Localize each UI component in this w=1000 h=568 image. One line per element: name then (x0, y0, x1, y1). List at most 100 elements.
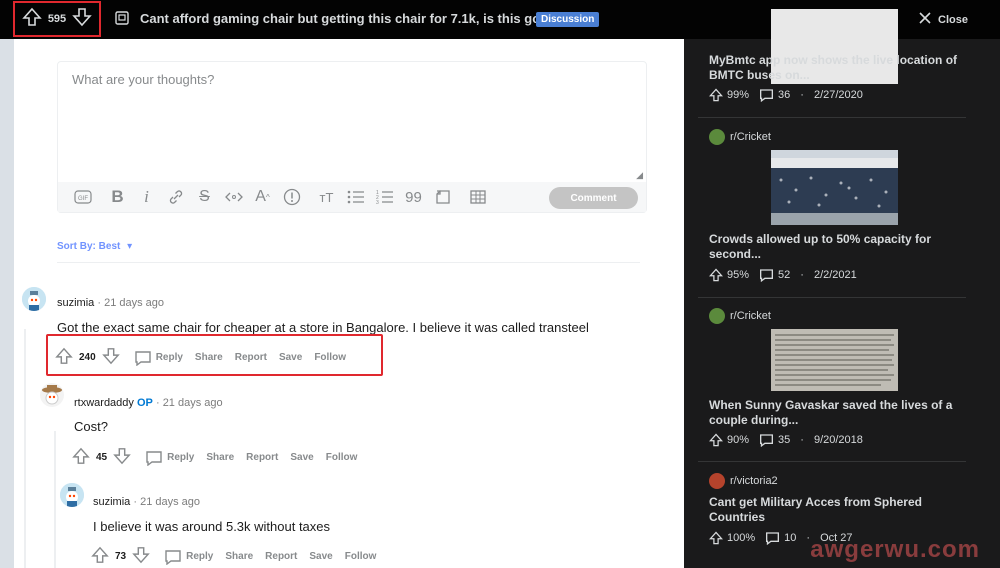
comment-body: Got the exact same chair for cheaper at … (57, 320, 589, 335)
comment-author[interactable]: suzimia (57, 297, 94, 309)
spoiler-icon[interactable] (277, 186, 306, 208)
upvote-icon (709, 268, 723, 282)
divider (698, 297, 966, 298)
downvote-icon[interactable] (132, 546, 150, 567)
subreddit-icon (709, 308, 725, 324)
reply-button[interactable]: Reply (164, 549, 213, 565)
share-button[interactable]: Share (206, 452, 234, 463)
comment-icon (766, 532, 780, 545)
sort-dropdown[interactable]: Sort By: Best ▾ (57, 241, 132, 252)
superscript-icon[interactable]: A ^ (248, 186, 277, 208)
subreddit-label[interactable]: r/victoria2 (709, 473, 778, 489)
comment-body: I believe it was around 5.3k without tax… (93, 519, 331, 534)
heading-icon[interactable]: тT (312, 186, 341, 208)
caret-down-icon: ▾ (127, 241, 133, 252)
comment-time: 21 days ago (162, 397, 223, 409)
related-post-stats: 99% 36 · 2/27/2020 (709, 88, 863, 102)
reply-label: Reply (186, 551, 214, 562)
post-date: 9/20/2018 (813, 434, 863, 446)
avatar[interactable] (22, 287, 46, 311)
editor-toolbar: GIF B i S A ^ тT 123 99 Comment (58, 182, 646, 212)
post-type-icon (115, 11, 129, 30)
avatar[interactable] (40, 383, 64, 407)
op-badge: OP (136, 397, 153, 409)
comment-icon (760, 434, 774, 447)
inline-code-icon[interactable] (219, 186, 248, 208)
numbered-list-icon[interactable]: 123 (370, 186, 399, 208)
subreddit-label[interactable]: r/Cricket (709, 308, 771, 324)
follow-button[interactable]: Follow (345, 551, 377, 562)
subreddit-icon (709, 473, 725, 489)
upvote-percent: 95% (727, 269, 750, 281)
comment-count: 36 (778, 89, 791, 101)
comment-author[interactable]: suzimia (93, 496, 130, 508)
thread-line (54, 431, 56, 568)
save-button[interactable]: Save (290, 452, 313, 463)
comment-author[interactable]: rtxwardaddy (74, 397, 134, 409)
table-icon[interactable] (463, 186, 492, 208)
subreddit-icon (709, 129, 725, 145)
comment-icon (165, 549, 181, 565)
link-icon[interactable] (161, 186, 190, 208)
comment-placeholder[interactable]: What are your thoughts? (72, 72, 214, 87)
upvote-percent: 90% (727, 434, 750, 446)
separator: · (800, 269, 804, 281)
close-icon (918, 11, 932, 28)
divider (698, 461, 966, 462)
bullet-list-icon[interactable] (341, 186, 370, 208)
svg-text:GIF: GIF (78, 196, 88, 202)
related-post-stats: 90% 35 · 9/20/2018 (709, 433, 863, 447)
divider (57, 262, 640, 263)
avatar[interactable] (60, 483, 84, 507)
upvote-icon[interactable] (72, 447, 90, 468)
share-button[interactable]: Share (225, 551, 253, 562)
separator: · (800, 89, 804, 101)
divider (698, 117, 966, 118)
reply-button[interactable]: Reply (145, 450, 194, 466)
upvote-icon[interactable] (22, 7, 42, 32)
related-post-stats: 95% 52 · 2/2/2021 (709, 268, 857, 282)
comment-editor[interactable]: What are your thoughts? ◢ GIF B i S A ^ т… (57, 61, 647, 213)
related-post-title[interactable]: Cant get Military Acces from Sphered Cou… (709, 495, 969, 525)
upvote-icon (709, 433, 723, 447)
comment-count: 52 (778, 269, 791, 281)
related-post-title[interactable]: MyBmtc app now shows the live location o… (709, 53, 969, 83)
downvote-icon[interactable] (113, 447, 131, 468)
comment-submit-button[interactable]: Comment (549, 187, 638, 209)
gif-icon[interactable]: GIF (68, 186, 97, 208)
quote-icon[interactable]: 99 (399, 186, 428, 208)
post-flair[interactable]: Discussion (536, 12, 600, 27)
upvote-icon (709, 88, 723, 102)
save-button[interactable]: Save (309, 551, 332, 562)
comment-meta: suzimia · 21 days ago (57, 297, 165, 309)
comment-meta: suzimia · 21 days ago (93, 496, 201, 508)
post-vote-box: 595 (13, 1, 101, 37)
upvote-icon[interactable] (91, 546, 109, 567)
resize-handle-icon[interactable]: ◢ (636, 170, 643, 181)
post-title[interactable]: Cant afford gaming chair but getting thi… (140, 11, 564, 26)
related-post-title[interactable]: When Sunny Gavaskar saved the lives of a… (709, 398, 969, 428)
downvote-icon[interactable] (72, 7, 92, 32)
italic-icon[interactable]: i (132, 186, 161, 208)
related-post-title[interactable]: Crowds allowed up to 50% capacity for se… (709, 232, 969, 262)
bold-icon[interactable]: B (103, 186, 132, 208)
watermark: awgerwu.com (810, 536, 980, 563)
post-date: 2/27/2020 (813, 89, 863, 101)
comment-meta: rtxwardaddy OP · 21 days ago (74, 397, 223, 409)
report-button[interactable]: Report (246, 452, 278, 463)
comment-body: Cost? (74, 419, 108, 434)
comment-time: 21 days ago (140, 496, 201, 508)
vote-count: 45 (96, 452, 108, 463)
code-block-icon[interactable] (428, 186, 457, 208)
subreddit-label[interactable]: r/Cricket (709, 129, 771, 145)
comment-time: 21 days ago (104, 297, 165, 309)
report-button[interactable]: Report (265, 551, 297, 562)
comment-actions: 45 Reply Share Report Save Follow (72, 447, 357, 468)
follow-button[interactable]: Follow (326, 452, 358, 463)
post-thumbnail[interactable] (771, 150, 898, 225)
strikethrough-icon[interactable]: S (190, 186, 219, 208)
post-thumbnail[interactable] (771, 329, 898, 391)
close-label: Close (938, 13, 968, 26)
close-button[interactable]: Close (918, 11, 968, 28)
comment-icon (760, 89, 774, 102)
